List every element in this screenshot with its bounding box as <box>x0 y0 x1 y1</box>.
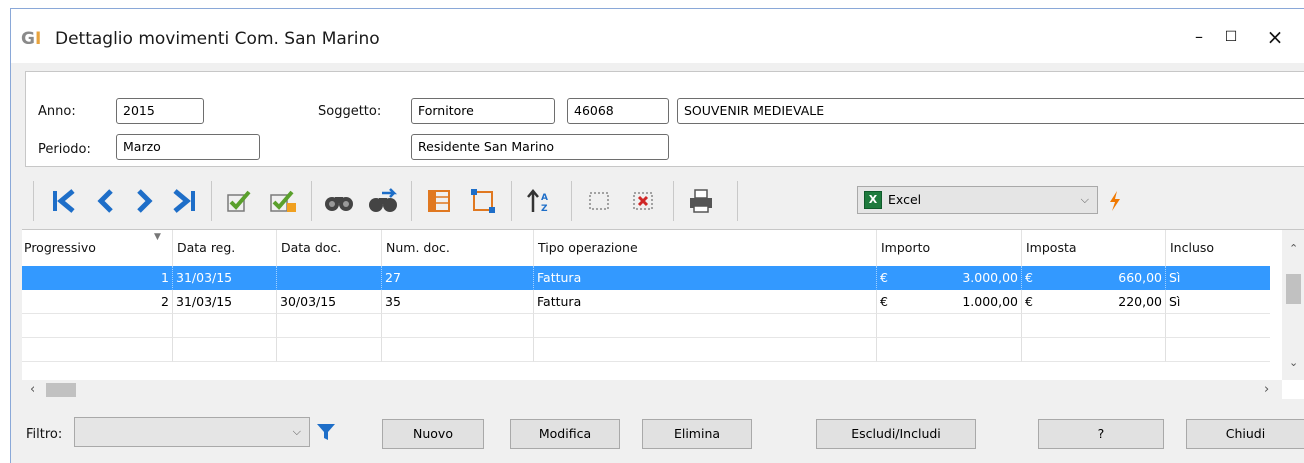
footer-bar: Filtro: ⌵ Nuovo Modifica Elimina Escludi… <box>22 399 1304 463</box>
column-header-importo[interactable]: Importo <box>877 230 1022 266</box>
residenza-field[interactable]: Residente San Marino <box>411 134 669 160</box>
svg-text:Z: Z <box>541 204 548 214</box>
binoculars-next-icon[interactable] <box>365 179 401 223</box>
deselect-area-icon[interactable] <box>625 179 661 223</box>
binoculars-icon[interactable] <box>321 179 357 223</box>
toolbar-separator <box>511 181 512 221</box>
nuovo-button[interactable]: Nuovo <box>382 419 484 449</box>
next-icon[interactable] <box>129 179 159 223</box>
excel-icon: X <box>864 191 882 209</box>
cell-imposta-currency: € <box>1022 290 1042 314</box>
cell-data-doc <box>277 266 382 290</box>
table-row[interactable] <box>22 314 1270 338</box>
help-button[interactable]: ? <box>1038 419 1164 449</box>
cell-importo: 1.000,00 <box>897 290 1022 314</box>
scroll-left-icon[interactable]: ‹ <box>30 382 35 397</box>
soggetto-codice-field[interactable]: 46068 <box>567 98 669 124</box>
column-header-data-reg[interactable]: Data reg. <box>173 230 277 266</box>
cell-imposta-currency: € <box>1022 266 1042 290</box>
lightning-icon[interactable] <box>1103 179 1127 223</box>
anno-field[interactable]: 2015 <box>116 98 204 124</box>
scroll-up-icon[interactable]: ⌃ <box>1289 242 1298 255</box>
cell-importo-currency: € <box>877 266 897 290</box>
window-title: Dettaglio movimenti Com. San Marino <box>55 29 380 49</box>
select-area-icon[interactable] <box>581 179 617 223</box>
filter-icon[interactable] <box>316 422 336 446</box>
movements-grid[interactable]: Progressivo ▼ Data reg. Data doc. Num. do… <box>22 229 1304 400</box>
vertical-scroll-thumb[interactable] <box>1286 274 1301 304</box>
cell-incluso: Sì <box>1166 290 1270 314</box>
chevron-down-icon: ⌵ <box>292 425 301 438</box>
elimina-button[interactable]: Elimina <box>642 419 752 449</box>
table-row[interactable]: 2 31/03/15 30/03/15 35 Fattura € 1.000,0… <box>22 290 1270 314</box>
toolbar-separator <box>737 181 738 221</box>
chiudi-button[interactable]: Chiudi <box>1186 419 1304 449</box>
vertical-scrollbar[interactable]: ⌃ ⌄ <box>1282 230 1304 380</box>
cell-progressivo: 2 <box>22 290 173 314</box>
column-header-data-doc[interactable]: Data doc. <box>277 230 382 266</box>
horizontal-scrollbar[interactable]: ‹ › <box>22 380 1282 400</box>
table-row[interactable] <box>22 338 1270 362</box>
filtro-label: Filtro: <box>26 427 63 442</box>
check-icon[interactable] <box>221 179 257 223</box>
close-button[interactable]: × <box>1255 23 1295 51</box>
cell-num-doc: 35 <box>382 290 534 314</box>
main-window: GI Dettaglio movimenti Com. San Marino –… <box>10 8 1304 463</box>
cell-data-reg: 31/03/15 <box>173 290 277 314</box>
first-icon[interactable] <box>45 179 83 223</box>
soggetto-label: Soggetto: <box>318 104 382 119</box>
toolbar-separator <box>33 181 34 221</box>
toolbar-separator <box>211 181 212 221</box>
column-header-num-doc[interactable]: Num. doc. <box>382 230 534 266</box>
cell-importo: 3.000,00 <box>897 266 1022 290</box>
cell-imposta: 660,00 <box>1042 266 1166 290</box>
filtro-select[interactable]: ⌵ <box>74 417 310 447</box>
sort-az-icon[interactable]: AZ <box>521 179 557 223</box>
maximize-button[interactable]: ☐ <box>1211 23 1251 51</box>
escludi-includi-button[interactable]: Escludi/Includi <box>816 419 976 449</box>
app-logo-icon: GI <box>21 29 42 49</box>
prev-icon[interactable] <box>91 179 121 223</box>
scroll-right-icon[interactable]: › <box>1264 382 1269 397</box>
modifica-button[interactable]: Modifica <box>510 419 620 449</box>
sort-desc-icon: ▼ <box>154 232 161 242</box>
columns-icon[interactable] <box>421 179 457 223</box>
table-row[interactable]: 1 31/03/15 27 Fattura € 3.000,00 € 660,0… <box>22 266 1270 290</box>
header-panel: Anno: 2015 Periodo: Marzo Soggetto: Forn… <box>25 71 1304 167</box>
toolbar: AZ X Excel ⌵ <box>25 173 1304 229</box>
export-format-select[interactable]: X Excel ⌵ <box>857 186 1098 214</box>
toolbar-separator <box>571 181 572 221</box>
column-header-tipo-operazione[interactable]: Tipo operazione <box>534 230 877 266</box>
toolbar-separator <box>311 181 312 221</box>
cell-num-doc: 27 <box>382 266 534 290</box>
toolbar-separator <box>673 181 674 221</box>
scroll-down-icon[interactable]: ⌄ <box>1289 356 1298 369</box>
column-header-incluso[interactable]: Incluso <box>1166 230 1270 266</box>
cell-imposta: 220,00 <box>1042 290 1166 314</box>
toolbar-separator <box>411 181 412 221</box>
cell-data-reg: 31/03/15 <box>173 266 277 290</box>
cell-tipo-operazione: Fattura <box>534 266 877 290</box>
anno-label: Anno: <box>38 104 76 119</box>
cell-importo-currency: € <box>877 290 897 314</box>
periodo-field[interactable]: Marzo <box>116 134 260 160</box>
layout-icon[interactable] <box>465 179 501 223</box>
horizontal-scroll-thumb[interactable] <box>46 383 76 397</box>
column-header-progressivo[interactable]: Progressivo ▼ <box>22 230 173 266</box>
cell-data-doc: 30/03/15 <box>277 290 382 314</box>
cell-incluso: Sì <box>1166 266 1270 290</box>
soggetto-tipo-field[interactable]: Fornitore <box>411 98 555 124</box>
chevron-down-icon: ⌵ <box>1080 193 1089 206</box>
export-format-value: Excel <box>888 192 922 207</box>
cell-progressivo: 1 <box>22 266 173 290</box>
cell-tipo-operazione: Fattura <box>534 290 877 314</box>
svg-text:A: A <box>541 193 548 203</box>
check-edit-icon[interactable] <box>265 179 301 223</box>
title-bar: GI Dettaglio movimenti Com. San Marino –… <box>11 9 1304 63</box>
last-icon[interactable] <box>165 179 203 223</box>
printer-icon[interactable] <box>683 179 719 223</box>
column-header-imposta[interactable]: Imposta <box>1022 230 1166 266</box>
soggetto-nome-field[interactable]: SOUVENIR MEDIEVALE <box>677 98 1304 124</box>
periodo-label: Periodo: <box>38 142 91 157</box>
